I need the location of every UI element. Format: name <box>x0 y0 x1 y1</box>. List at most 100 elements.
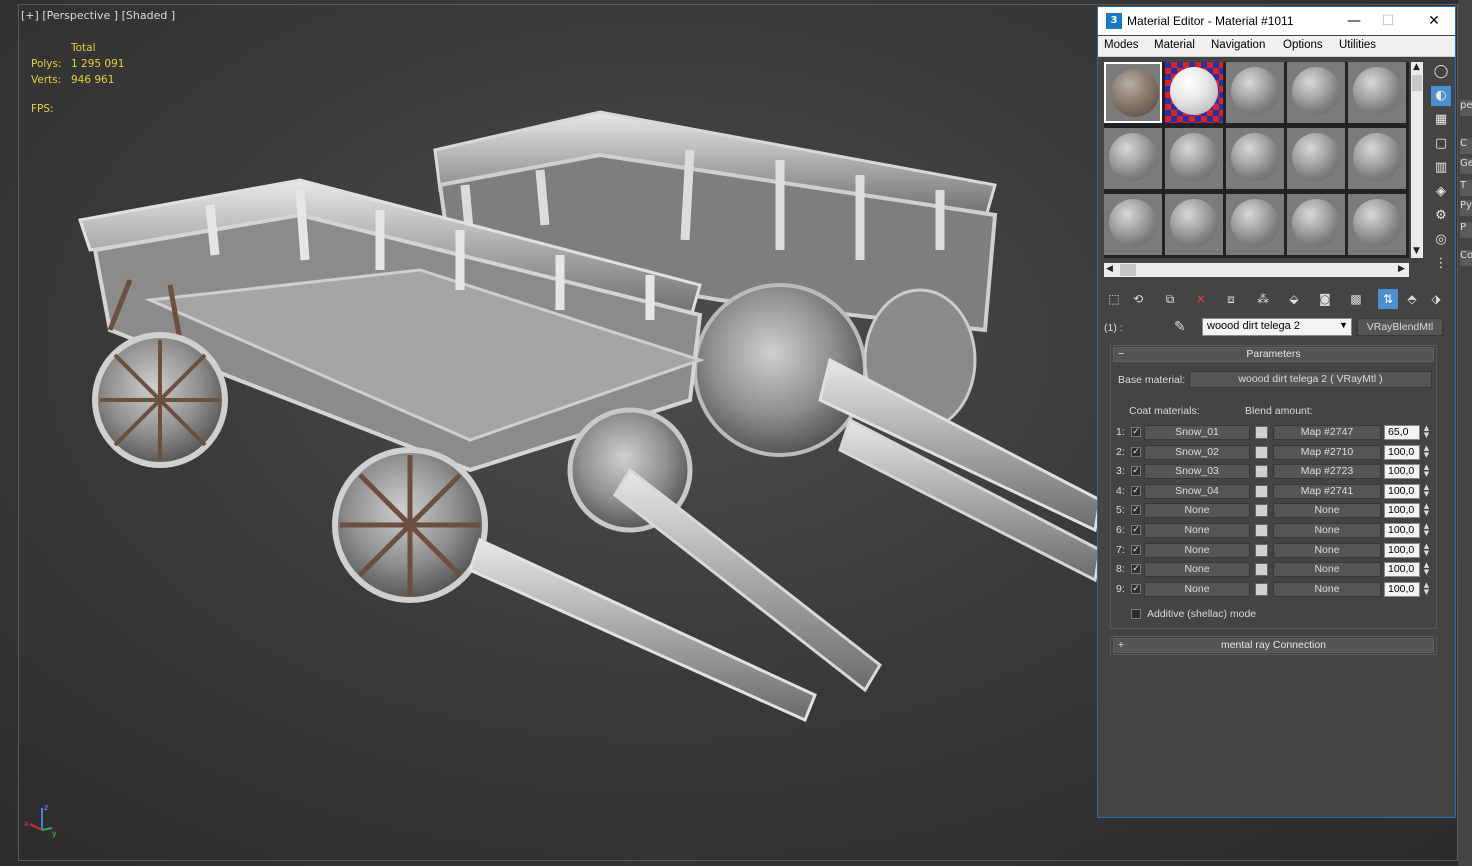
blend-amount-spinner[interactable]: ▲ ▼ <box>1422 542 1431 558</box>
sample-slot-3[interactable] <box>1226 62 1284 123</box>
blend-map-toggle[interactable] <box>1255 484 1268 498</box>
blend-map-toggle[interactable] <box>1255 582 1268 596</box>
scroll-thumb[interactable] <box>1412 75 1422 91</box>
coat-material-button[interactable]: Snow_04 <box>1144 483 1250 499</box>
sample-slot-7[interactable] <box>1165 128 1223 189</box>
cmd-tab-3[interactable]: T <box>1460 180 1472 196</box>
blend-amount-spinner[interactable]: ▲ ▼ <box>1422 425 1431 440</box>
cmd-tab-5[interactable]: P <box>1460 222 1472 238</box>
blend-map-toggle[interactable] <box>1255 524 1268 537</box>
menu-navigation[interactable]: Navigation <box>1211 39 1265 51</box>
blend-map-button[interactable]: None <box>1273 562 1381 578</box>
blend-map-button[interactable]: Map #2723 <box>1273 464 1381 480</box>
sample-slot-10[interactable] <box>1348 128 1406 189</box>
blend-map-toggle[interactable] <box>1255 543 1268 557</box>
material-editor-window[interactable]: 3 Material Editor - Material #1011 — ☐ ✕… <box>1097 6 1456 818</box>
background-checker-icon[interactable]: ▦ <box>1431 110 1451 130</box>
chevron-down-icon[interactable]: ▼ <box>1339 320 1348 330</box>
coat-material-button[interactable]: None <box>1144 562 1250 578</box>
viewport-plus-menu[interactable]: [+] <box>21 9 39 22</box>
material-map-navigator-icon[interactable]: ⋮ <box>1431 254 1451 274</box>
coat-enable-checkbox[interactable]: ✓ <box>1131 525 1141 535</box>
sample-slot-13[interactable] <box>1226 194 1284 255</box>
assign-material-icon[interactable]: ⧉ <box>1160 289 1180 309</box>
make-copy-icon[interactable]: ⧈ <box>1221 289 1241 309</box>
video-color-check-icon[interactable]: ▥ <box>1431 158 1451 178</box>
put-material-icon[interactable]: ⟲ <box>1128 289 1148 309</box>
get-material-icon[interactable]: ⬚ <box>1104 289 1124 309</box>
sample-slot-15[interactable] <box>1348 194 1406 255</box>
blend-amount-field[interactable]: 100,0 <box>1384 581 1420 597</box>
menu-material[interactable]: Material <box>1154 39 1195 51</box>
blend-map-button[interactable]: Map #2747 <box>1273 425 1381 440</box>
menu-modes[interactable]: Modes <box>1104 39 1139 51</box>
blend-amount-field[interactable]: 100,0 <box>1384 542 1420 558</box>
sample-slot-11[interactable] <box>1104 194 1162 255</box>
viewport-shading-menu[interactable]: [Shaded ] <box>122 9 176 22</box>
cmd-tab-6[interactable]: Colo <box>1460 250 1472 266</box>
cmd-tab-1[interactable]: C <box>1460 138 1472 154</box>
coat-enable-checkbox[interactable]: ✓ <box>1131 583 1141 594</box>
coat-material-button[interactable]: Snow_03 <box>1144 464 1250 480</box>
hscroll-thumb[interactable] <box>1120 264 1136 276</box>
blend-amount-field[interactable]: 100,0 <box>1384 503 1420 519</box>
make-preview-icon[interactable]: ◈ <box>1431 182 1451 202</box>
slots-horizontal-scrollbar[interactable]: ◀ ▶ <box>1104 263 1409 277</box>
base-material-button[interactable]: woood dirt telega 2 ( VRayMtl ) <box>1189 371 1432 388</box>
blend-amount-spinner[interactable]: ▲ ▼ <box>1422 483 1431 499</box>
blend-amount-spinner[interactable]: ▲ ▼ <box>1422 464 1431 479</box>
sample-slot-5[interactable] <box>1348 62 1406 123</box>
select-by-material-icon[interactable]: ◎ <box>1431 230 1451 250</box>
blend-amount-spinner[interactable]: ▲ ▼ <box>1422 503 1431 518</box>
blend-map-button[interactable]: None <box>1273 581 1381 597</box>
blend-map-button[interactable]: Map #2741 <box>1273 483 1381 499</box>
coat-enable-checkbox[interactable]: ✓ <box>1131 544 1141 555</box>
slots-vertical-scrollbar[interactable]: ▲ ▼ <box>1411 62 1423 258</box>
blend-amount-spinner[interactable]: ▲ ▼ <box>1422 562 1431 577</box>
cmd-tab-4[interactable]: Py <box>1460 200 1472 216</box>
sample-slot-9[interactable] <box>1287 128 1345 189</box>
close-button[interactable]: ✕ <box>1420 11 1448 31</box>
coat-enable-checkbox[interactable]: ✓ <box>1131 466 1141 477</box>
coat-material-button[interactable]: Snow_01 <box>1144 425 1250 440</box>
coat-enable-checkbox[interactable]: ✓ <box>1131 505 1141 516</box>
coat-enable-checkbox[interactable]: ✓ <box>1131 564 1141 575</box>
coat-material-button[interactable]: None <box>1144 581 1250 597</box>
coat-enable-checkbox[interactable]: ✓ <box>1131 427 1141 437</box>
backlight-icon[interactable]: ◐ <box>1431 86 1451 106</box>
blend-map-toggle[interactable] <box>1255 465 1268 479</box>
scroll-up-icon[interactable]: ▲ <box>1413 62 1420 72</box>
coat-enable-checkbox[interactable]: ✓ <box>1131 485 1141 496</box>
viewport-label[interactable]: [+] [Perspective ] [Shaded ] <box>21 9 175 22</box>
blend-map-button[interactable]: None <box>1273 523 1381 538</box>
parameters-header[interactable]: − Parameters <box>1113 347 1434 362</box>
scroll-right-icon[interactable]: ▶ <box>1398 264 1405 274</box>
blend-amount-spinner[interactable]: ▲ ▼ <box>1422 444 1431 460</box>
sample-slot-14[interactable] <box>1287 194 1345 255</box>
sample-slot-6[interactable] <box>1104 128 1162 189</box>
go-to-parent-icon[interactable]: ⬘ <box>1402 289 1422 309</box>
coat-material-button[interactable]: None <box>1144 503 1250 519</box>
sample-slot-1[interactable] <box>1104 62 1162 123</box>
sample-slot-8[interactable] <box>1226 128 1284 189</box>
go-forward-sibling-icon[interactable]: ⬗ <box>1426 289 1446 309</box>
coat-enable-checkbox[interactable]: ✓ <box>1131 446 1141 457</box>
show-end-result-icon[interactable]: ⇅ <box>1378 289 1398 309</box>
blend-map-button[interactable]: Map #2710 <box>1273 444 1381 460</box>
title-bar[interactable]: 3 Material Editor - Material #1011 — ☐ ✕ <box>1098 7 1455 35</box>
coat-material-button[interactable]: Snow_02 <box>1144 444 1250 460</box>
blend-amount-spinner[interactable]: ▲ ▼ <box>1422 581 1431 597</box>
blend-amount-field[interactable]: 65,0 <box>1384 425 1420 440</box>
scroll-left-icon[interactable]: ◀ <box>1106 264 1113 274</box>
coat-material-button[interactable]: None <box>1144 542 1250 558</box>
viewport-pov-menu[interactable]: [Perspective ] <box>42 9 118 22</box>
blend-amount-field[interactable]: 100,0 <box>1384 483 1420 499</box>
put-to-library-icon[interactable]: ⬙ <box>1284 289 1304 309</box>
options-icon[interactable]: ⚙ <box>1431 206 1451 226</box>
cmd-tab-2[interactable]: Geo <box>1460 158 1472 174</box>
sample-slot-12[interactable] <box>1165 194 1223 255</box>
material-name-input[interactable]: woood dirt telega 2 ▼ <box>1202 318 1352 336</box>
material-type-button[interactable]: VRayBlendMtl <box>1357 318 1443 336</box>
blend-map-button[interactable]: None <box>1273 503 1381 519</box>
coat-material-button[interactable]: None <box>1144 523 1250 538</box>
